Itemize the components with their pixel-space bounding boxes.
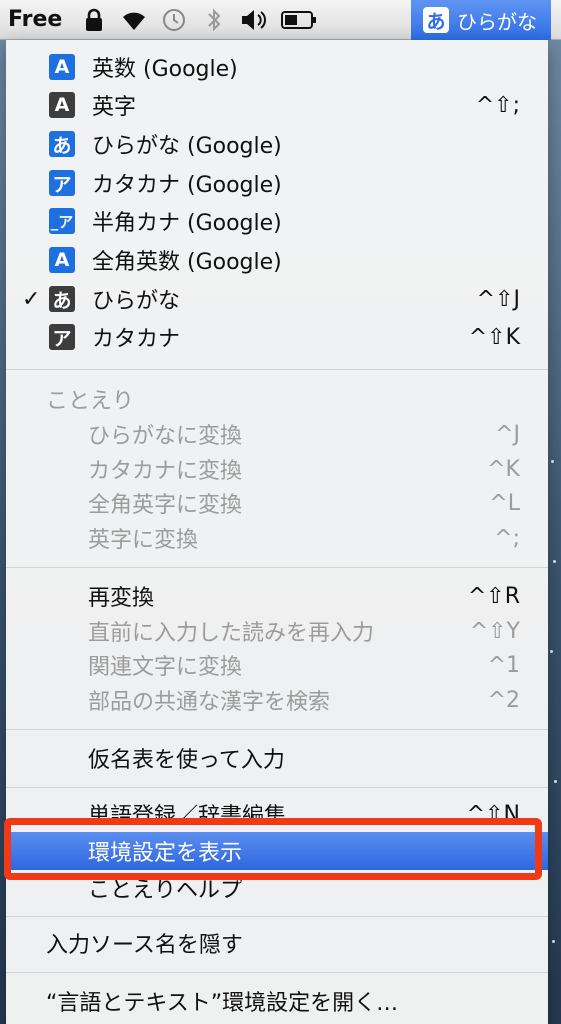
fullwidth-alphanumeric-source-icon: A [49,247,75,273]
menu-item-convert-hiragana: ひらがなに変換 ^J [6,415,548,453]
shortcut-label: ^⇧K [468,324,520,350]
menu-item-hiragana[interactable]: ✓ あ ひらがな ^⇧J [6,280,548,318]
menu-item-kotoeri-help[interactable]: ことえりヘルプ [6,869,548,907]
shortcut-label: ^2 [487,687,520,713]
menu-item-label: 単語登録／辞書編集 [88,804,287,829]
menu-separator [6,729,548,730]
menu-item-katakana-google[interactable]: ア カタカナ (Google) [6,164,548,202]
menu-item-label: 再変換 [88,586,155,611]
volume-icon[interactable] [234,0,274,40]
menu-item-reconvert[interactable]: 再変換 ^⇧R [6,577,548,615]
menu-item-label: 関連文字に変換 [88,655,243,680]
menu-item-zenkaku-eisu-google[interactable]: A 全角英数 (Google) [6,241,548,279]
menu-item-hiragana-google[interactable]: あ ひらがな (Google) [6,125,548,163]
halfwidth-katakana-source-icon: _ア [49,208,75,234]
menu-separator [6,972,548,973]
menu-item-label: カタカナ (Google) [92,173,282,198]
menu-item-label: 部品の共通な漢字を検索 [88,690,331,715]
bluetooth-icon[interactable] [194,0,234,40]
shortcut-label: ^⇧; [475,92,520,118]
menu-item-kana-table[interactable]: 仮名表を使って入力 [6,739,548,777]
time-machine-icon[interactable] [154,0,194,40]
menu-item-convert-fullwidth: 全角英字に変換 ^L [6,484,548,522]
wifi-icon[interactable] [114,0,154,40]
alphanumeric-source-icon: A [49,54,75,80]
menu-item-related-chars: 関連文字に変換 ^1 [6,646,548,684]
menu-item-label: カタカナ [92,327,181,352]
menu-item-hankaku-kana-google[interactable]: _ア 半角カナ (Google) [6,202,548,240]
input-menu-dropdown: A 英数 (Google) A 英字 ^⇧; あ ひらがな (Google) ア… [6,40,548,1024]
menu-item-eisu-google[interactable]: A 英数 (Google) [6,48,548,86]
shortcut-label: ^J [495,421,520,447]
menu-item-label: 仮名表を使って入力 [88,748,285,773]
menu-item-label: 全角英数 (Google) [92,250,282,275]
menu-item-label: 全角英字に変換 [88,493,243,518]
menu-separator [6,787,548,788]
menu-item-convert-eiji: 英字に変換 ^; [6,519,548,557]
shortcut-label: ^L [489,490,520,516]
shortcut-label: ^⇧J [476,286,520,312]
checkmark-icon: ✓ [22,286,41,312]
shortcut-label: ^K [487,456,520,482]
menu-item-search-kanji-parts: 部品の共通な漢字を検索 ^2 [6,681,548,719]
menu-item-label: 英数 (Google) [92,57,238,82]
menu-item-open-language-prefs[interactable]: “言語とテキスト”環境設定を開く… [6,982,548,1020]
shortcut-label: ^; [494,525,520,551]
menu-item-word-register[interactable]: 単語登録／辞書編集 ^⇧N [6,795,548,833]
hiragana-source-icon: あ [49,286,75,312]
menu-item-label: 半角カナ (Google) [92,211,282,236]
menu-item-katakana[interactable]: ア カタカナ ^⇧K [6,318,548,356]
lock-icon[interactable] [74,0,114,40]
shortcut-label: ^1 [487,652,520,678]
menu-item-label: ひらがな (Google) [92,134,282,159]
input-menu-extra[interactable]: あ ひらがな [411,0,551,40]
menu-item-convert-katakana: カタカナに変換 ^K [6,450,548,488]
menu-separator [6,369,548,370]
katakana-source-icon: ア [49,170,75,196]
menu-separator [6,916,548,917]
katakana-source-icon: ア [49,324,75,350]
menu-item-label: 英字に変換 [88,528,199,553]
shortcut-label: ^⇧R [467,583,520,609]
menu-item-reenter-reading: 直前に入力した読みを再入力 ^⇧Y [6,612,548,650]
battery-icon[interactable] [274,0,324,40]
menu-item-label: “言語とテキスト”環境設定を開く… [46,991,399,1016]
input-source-label: ひらがな [457,9,537,34]
menu-item-label: 入力ソース名を隠す [46,933,243,958]
menu-separator [6,567,548,568]
kotoeri-section-header: ことえり [46,389,135,414]
menu-item-label: ひらがなに変換 [88,424,243,449]
hiragana-source-icon: あ [423,7,449,33]
menu-item-label: ひらがな [92,289,181,314]
menu-item-eiji[interactable]: A 英字 ^⇧; [6,86,548,124]
menu-item-label: カタカナに変換 [88,459,243,484]
menu-bar: Free あ ひらがな [0,0,561,40]
shortcut-label: ^⇧Y [469,618,520,644]
menu-item-label: ことえりヘルプ [88,878,243,903]
menu-item-hide-source-names[interactable]: 入力ソース名を隠す [6,924,548,962]
menu-item-show-preferences[interactable]: 環境設定を表示 [6,832,548,870]
alphanumeric-source-icon: A [49,92,75,118]
menu-item-label: 英字 [92,95,137,120]
app-menu-name[interactable]: Free [8,7,74,32]
menu-item-label: 直前に入力した読みを再入力 [88,621,375,646]
menu-item-label: 環境設定を表示 [88,841,243,866]
shortcut-label: ^⇧N [466,801,520,827]
hiragana-source-icon: あ [49,131,75,157]
